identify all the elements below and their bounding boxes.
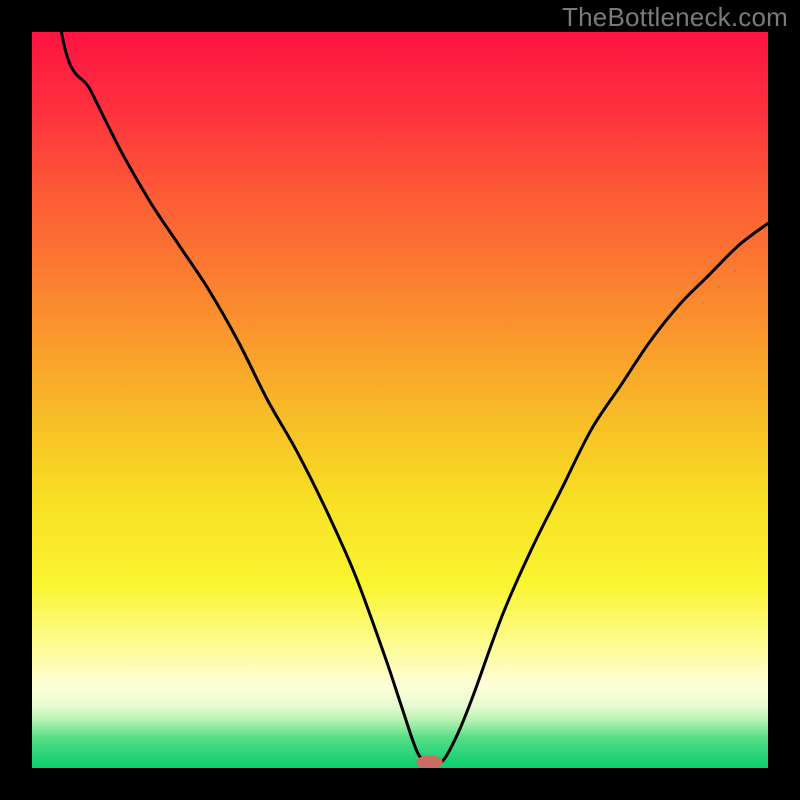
watermark-text: TheBottleneck.com	[562, 2, 788, 33]
gradient-background	[32, 32, 768, 768]
chart-frame: TheBottleneck.com	[0, 0, 800, 800]
bottleneck-chart	[32, 32, 768, 768]
